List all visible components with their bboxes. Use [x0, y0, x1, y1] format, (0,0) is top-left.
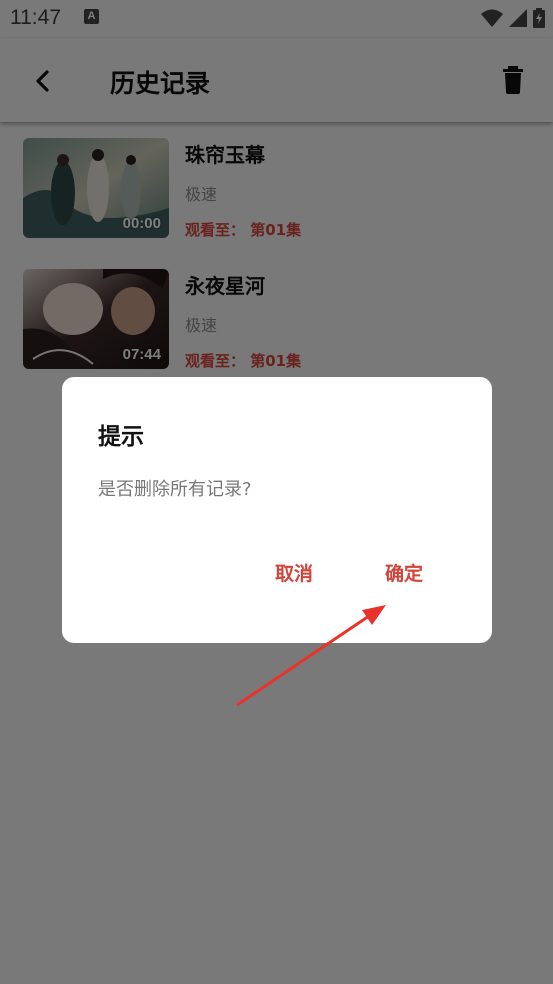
dialog-title: 提示 — [98, 424, 144, 450]
cancel-button[interactable]: 取消 — [275, 559, 313, 586]
confirm-button[interactable]: 确定 — [385, 559, 423, 586]
confirm-dialog: 提示 是否删除所有记录? 取消 确定 — [62, 377, 492, 643]
dialog-message: 是否删除所有记录? — [98, 479, 252, 500]
screen: 11:47 A 历史记录 — [0, 0, 553, 984]
